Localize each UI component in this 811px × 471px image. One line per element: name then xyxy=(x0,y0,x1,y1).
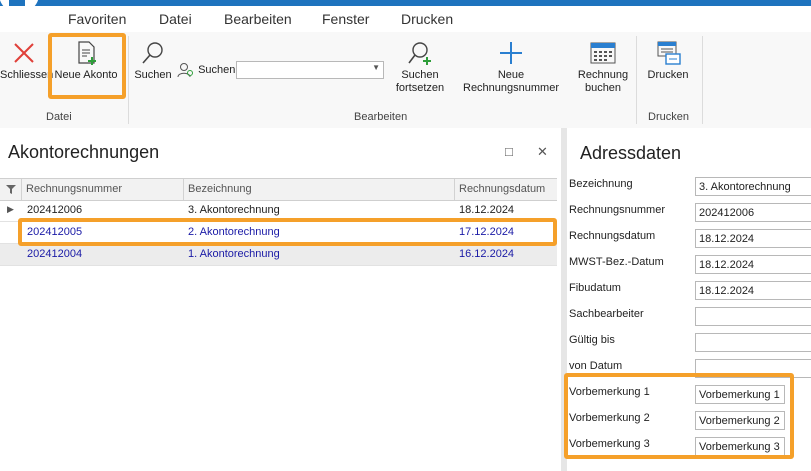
continue-search-label-2: fortsetzen xyxy=(395,82,445,94)
calculator-icon xyxy=(590,42,616,64)
label-mwst-bez-datum: MWST-Bez.-Datum xyxy=(569,256,664,268)
print-button[interactable]: Drucken xyxy=(644,40,692,82)
label-bezeichnung: Bezeichnung xyxy=(569,178,633,190)
column-header-rechnungsnummer[interactable]: Rechnungsnummer xyxy=(26,183,122,195)
close-icon xyxy=(14,43,34,63)
cell-rechnungsdatum: 16.12.2024 xyxy=(459,248,515,260)
field-bezeichnung[interactable]: 3. Akontorechnung xyxy=(695,177,811,196)
new-invoice-number-button[interactable]: Neue Rechnungsnummer xyxy=(450,40,572,95)
user-search-icon xyxy=(177,63,193,78)
label-gueltig-bis: Gültig bis xyxy=(569,334,615,346)
field-fibudatum[interactable]: 18.12.2024 xyxy=(695,281,811,300)
group-label-datei: Datei xyxy=(46,111,72,123)
column-header-bezeichnung[interactable]: Bezeichnung xyxy=(188,183,252,195)
panel-title: Akontorechnungen xyxy=(8,142,160,162)
invoice-list-panel: Akontorechnungen □ ✕ Rechnungsnummer Bez… xyxy=(0,128,561,471)
field-mwst-bez-datum[interactable]: 18.12.2024 xyxy=(695,255,811,274)
label-fibudatum: Fibudatum xyxy=(569,282,621,294)
ribbon: Schliessen Neue Akonto Suchen Suchen ▼ S… xyxy=(0,32,811,129)
menu-fenster[interactable]: Fenster xyxy=(322,11,369,27)
field-gueltig-bis[interactable] xyxy=(695,333,811,352)
menu-favoriten[interactable]: Favoriten xyxy=(68,11,126,27)
table-row[interactable]: 202412004 1. Akontorechnung 16.12.2024 xyxy=(0,244,557,266)
search-button[interactable]: Suchen xyxy=(133,40,173,82)
cell-rechnungsnummer: 202412006 xyxy=(27,204,83,216)
cell-bezeichnung: 3. Akontorechnung xyxy=(188,204,280,216)
group-divider xyxy=(636,36,637,124)
column-header-rechnungsdatum[interactable]: Rechnungsdatum xyxy=(459,183,545,195)
search-field-group: Suchen xyxy=(177,62,237,78)
search-label: Suchen xyxy=(134,69,172,81)
cell-rechnungsnummer: 202412004 xyxy=(27,248,83,260)
highlight-new-akonto xyxy=(48,33,126,99)
menu-bearbeiten[interactable]: Bearbeiten xyxy=(224,11,292,27)
row-indicator-icon: ▶ xyxy=(7,204,14,214)
search-field-label: Suchen xyxy=(198,63,236,76)
chevron-down-icon[interactable]: ▼ xyxy=(372,63,380,72)
label-von-datum: von Datum xyxy=(569,360,623,372)
label-rechnungsdatum: Rechnungsdatum xyxy=(569,230,656,242)
book-invoice-button[interactable]: Rechnung buchen xyxy=(576,40,630,95)
close-button[interactable]: Schliessen xyxy=(0,40,54,82)
field-rechnungsnummer[interactable]: 202412006 xyxy=(695,203,811,222)
cell-bezeichnung: 1. Akontorechnung xyxy=(188,248,280,260)
menu-datei[interactable]: Datei xyxy=(159,11,192,27)
label-sachbearbeiter: Sachbearbeiter xyxy=(569,308,644,320)
search-continue-icon xyxy=(408,42,431,65)
grid-header: Rechnungsnummer Bezeichnung Rechnungsdat… xyxy=(0,178,557,201)
filter-icon[interactable] xyxy=(6,184,16,194)
printer-icon xyxy=(657,41,681,65)
field-rechnungsdatum[interactable]: 18.12.2024 xyxy=(695,229,811,248)
book-invoice-label-2: buchen xyxy=(584,82,622,94)
book-invoice-label-1: Rechnung xyxy=(577,69,629,81)
group-divider xyxy=(702,36,703,124)
field-sachbearbeiter[interactable] xyxy=(695,307,811,326)
cell-rechnungsdatum: 18.12.2024 xyxy=(459,204,515,216)
new-invoice-number-label: Neue Rechnungsnummer xyxy=(463,69,559,94)
column-separator xyxy=(183,179,184,200)
search-input[interactable]: ▼ xyxy=(236,61,384,79)
menu-bar: Favoriten Datei Bearbeiten Fenster Druck… xyxy=(0,6,811,32)
group-label-drucken: Drucken xyxy=(648,111,689,123)
menu-drucken[interactable]: Drucken xyxy=(401,11,453,27)
highlight-row xyxy=(18,218,557,246)
panel-title: Adressdaten xyxy=(580,143,682,163)
highlight-vorbemerkungen xyxy=(564,373,794,459)
group-label-bearbeiten: Bearbeiten xyxy=(354,111,408,123)
print-label: Drucken xyxy=(647,69,689,81)
group-divider xyxy=(128,36,129,124)
column-separator xyxy=(454,179,455,200)
close-label: Schliessen xyxy=(0,69,54,81)
column-separator xyxy=(21,179,22,200)
label-rechnungsnummer: Rechnungsnummer xyxy=(569,204,665,216)
maximize-icon[interactable]: □ xyxy=(505,144,513,159)
continue-search-button[interactable]: Suchen fortsetzen xyxy=(392,40,448,95)
close-icon[interactable]: ✕ xyxy=(537,144,548,160)
address-data-panel: Adressdaten Bezeichnung 3. Akontorechnun… xyxy=(564,128,811,471)
plus-icon xyxy=(500,42,522,64)
search-icon xyxy=(142,42,163,64)
continue-search-label-1: Suchen xyxy=(401,69,439,81)
